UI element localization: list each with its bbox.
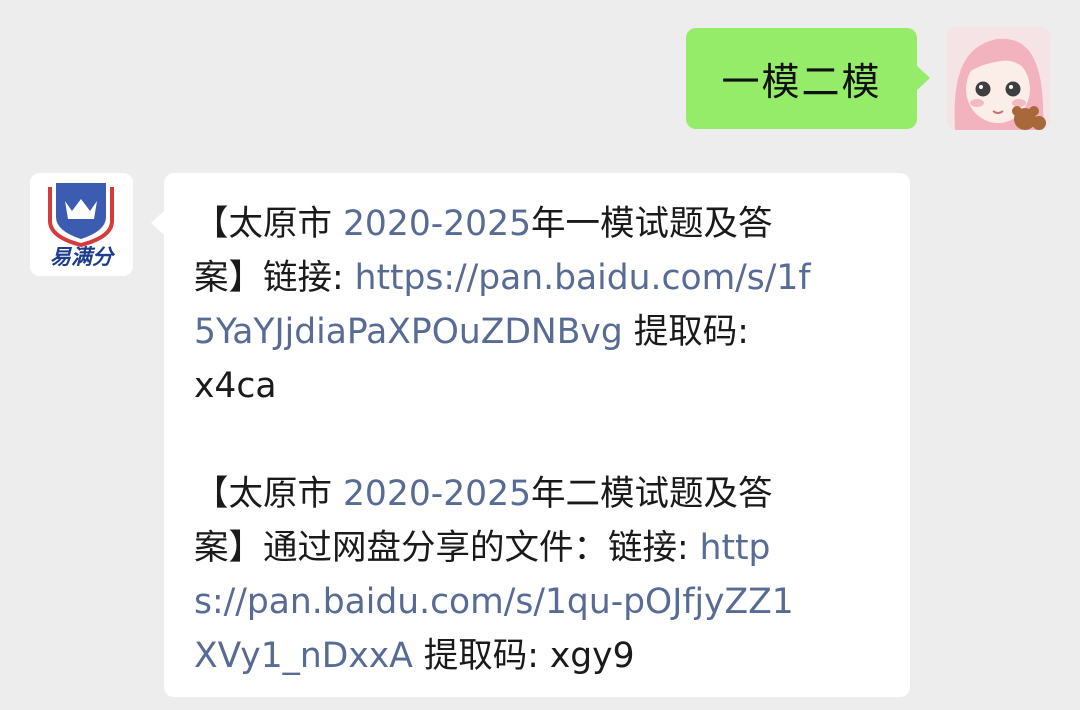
message-line: s://pan.baidu.com/s/1qu-pOJfjyZZ1 [194,575,890,629]
message-text: 案】通过网盘分享的文件：链接: [194,528,700,568]
message-text: 【太原市 [194,204,343,244]
message-spacer [194,413,890,467]
extraction-code-label: 提取码: [622,312,749,352]
message-text: 年一模试题及答 [531,204,773,244]
year-range-link[interactable]: 2020-2025 [343,204,531,244]
outgoing-message-text: 一模二模 [721,60,882,104]
outgoing-message-bubble[interactable]: 一模二模 [686,28,930,129]
baidu-pan-link-2[interactable]: XVy1_nDxxA [194,636,413,676]
message-line: XVy1_nDxxA 提取码: xgy9 [194,629,890,683]
message-text: 【太原市 [194,474,343,514]
user-avatar-image [947,27,1050,130]
message-line: 案】通过网盘分享的文件：链接: http [194,521,890,575]
logo-text: 易满分 [50,245,113,269]
message-line: 5YaYJjdiaPaXPOuZDNBvg 提取码: [194,305,890,359]
extraction-code-2: 提取码: xgy9 [412,636,635,676]
baidu-pan-link-1[interactable]: 5YaYJjdiaPaXPOuZDNBvg [194,312,623,352]
message-line: x4ca [194,359,890,413]
baidu-pan-link-2[interactable]: s://pan.baidu.com/s/1qu-pOJfjyZZ1 [194,582,794,622]
year-range-link[interactable]: 2020-2025 [343,474,531,514]
incoming-message-bubble[interactable]: 【太原市 2020-2025年一模试题及答 案】链接: https://pan.… [151,173,910,697]
baidu-pan-link-2[interactable]: http [700,528,771,568]
baidu-pan-link-1[interactable]: https://pan.baidu.com/s/1f [355,258,811,298]
bot-avatar[interactable]: 易满分 [30,173,133,276]
extraction-code-1: x4ca [194,366,277,406]
message-line: 【太原市 2020-2025年二模试题及答 [194,467,890,521]
message-text: 年二模试题及答 [531,474,773,514]
message-line: 案】链接: https://pan.baidu.com/s/1f [194,251,890,305]
message-text: 案】链接: [194,258,355,298]
message-line: 【太原市 2020-2025年一模试题及答 [194,197,890,251]
user-avatar[interactable] [947,27,1050,130]
